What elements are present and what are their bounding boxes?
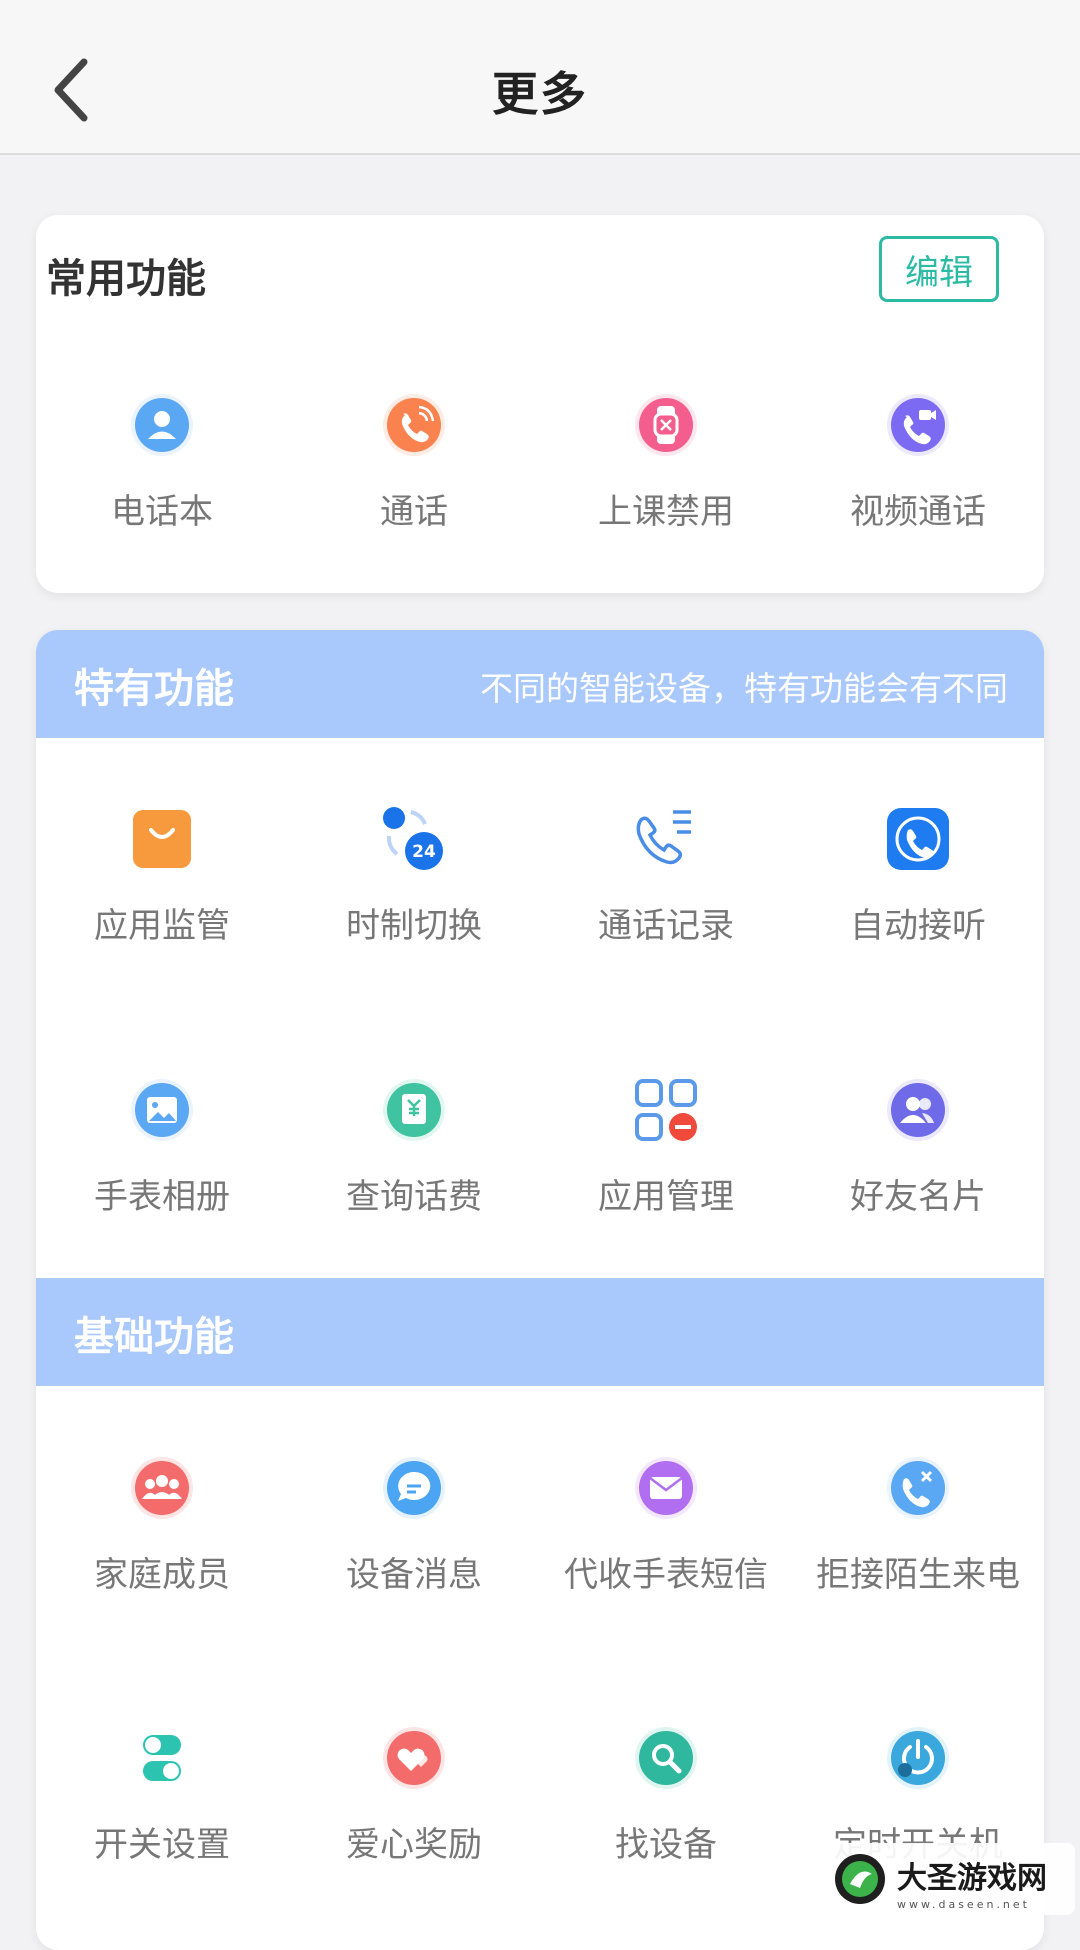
heart-reward-icon xyxy=(381,1725,447,1791)
special-functions-title: 特有功能 xyxy=(74,666,234,712)
friend-card-icon xyxy=(885,1077,951,1143)
item-label: 手表相册 xyxy=(94,1177,230,1217)
item-label: 找设备 xyxy=(615,1825,717,1865)
edit-button[interactable]: 编辑 xyxy=(879,236,999,302)
grid-item-video-call[interactable]: 视频通话 xyxy=(792,392,1044,592)
basic-functions-title: 基础功能 xyxy=(74,1314,234,1360)
family-members-icon xyxy=(129,1455,195,1521)
find-device-icon xyxy=(633,1725,699,1791)
auto-answer-icon xyxy=(885,806,951,872)
page-title: 更多 xyxy=(492,67,588,121)
watermark-text: 大圣游戏网 xyxy=(897,1861,1047,1896)
grid-item-call-log[interactable]: 通话记录 xyxy=(540,806,792,1006)
special-functions-subtitle: 不同的智能设备，特有功能会有不同 xyxy=(480,669,1008,708)
grid-item-phone-call[interactable]: 通话 xyxy=(288,392,540,592)
item-label: 代收手表短信 xyxy=(564,1555,768,1595)
item-label: 自动接听 xyxy=(850,906,986,946)
grid-item-heart-reward[interactable]: 爱心奖励 xyxy=(288,1725,540,1925)
special-functions-header: 特有功能 不同的智能设备，特有功能会有不同 xyxy=(36,630,1044,738)
video-call-icon xyxy=(885,392,951,458)
item-label: 家庭成员 xyxy=(94,1555,230,1595)
site-logo-icon xyxy=(835,1854,885,1904)
item-label: 视频通话 xyxy=(850,492,986,532)
call-log-icon xyxy=(633,806,699,872)
item-label: 电话本 xyxy=(111,492,213,532)
grid-item-photo-album[interactable]: 手表相册 xyxy=(36,1077,288,1277)
badge-24: 24 xyxy=(412,842,436,862)
basic-functions-header: 基础功能 xyxy=(36,1278,1044,1386)
timed-power-icon xyxy=(885,1725,951,1791)
grid-item-time-format[interactable]: 24 时制切换 xyxy=(288,806,540,1006)
grid-item-contact-book[interactable]: 电话本 xyxy=(36,392,288,592)
item-label: 设备消息 xyxy=(346,1555,482,1595)
item-label: 拒接陌生来电 xyxy=(816,1555,1020,1595)
site-watermark: 大圣游戏网 www.daseen.net xyxy=(825,1843,1075,1915)
grid-item-bill-query[interactable]: 查询话费 xyxy=(288,1077,540,1277)
item-label: 应用管理 xyxy=(598,1177,734,1217)
watch-disable-icon xyxy=(633,392,699,458)
app-manage-icon xyxy=(633,1077,699,1143)
time-format-icon: 24 xyxy=(381,806,447,872)
grid-item-class-disable[interactable]: 上课禁用 xyxy=(540,392,792,592)
grid-item-family-members[interactable]: 家庭成员 xyxy=(36,1455,288,1655)
shopping-bag-icon xyxy=(129,806,195,872)
sms-mail-icon xyxy=(633,1455,699,1521)
device-message-icon xyxy=(381,1455,447,1521)
item-label: 爱心奖励 xyxy=(346,1825,482,1865)
watermark-url: www.daseen.net xyxy=(897,1898,1030,1911)
grid-item-app-supervision[interactable]: 应用监管 xyxy=(36,806,288,1006)
item-label: 时制切换 xyxy=(346,906,482,946)
item-label: 上课禁用 xyxy=(598,492,734,532)
grid-item-find-device[interactable]: 找设备 xyxy=(540,1725,792,1925)
top-bar: 更多 xyxy=(0,0,1080,155)
grid-item-app-manage[interactable]: 应用管理 xyxy=(540,1077,792,1277)
item-label: 通话 xyxy=(380,492,448,532)
grid-item-device-message[interactable]: 设备消息 xyxy=(288,1455,540,1655)
bill-query-icon xyxy=(381,1077,447,1143)
common-functions-title: 常用功能 xyxy=(46,256,206,302)
grid-item-friend-card[interactable]: 好友名片 xyxy=(792,1077,1044,1277)
item-label: 查询话费 xyxy=(346,1177,482,1217)
item-label: 通话记录 xyxy=(598,906,734,946)
grid-item-sms-forward[interactable]: 代收手表短信 xyxy=(540,1455,792,1655)
item-label: 开关设置 xyxy=(94,1825,230,1865)
item-label: 好友名片 xyxy=(850,1177,986,1217)
grid-item-switch-settings[interactable]: 开关设置 xyxy=(36,1725,288,1925)
grid-item-reject-calls[interactable]: 拒接陌生来电 xyxy=(792,1455,1044,1655)
toggle-settings-icon xyxy=(129,1725,195,1791)
reject-call-icon xyxy=(885,1455,951,1521)
grid-item-auto-answer[interactable]: 自动接听 xyxy=(792,806,1044,1006)
phone-call-icon xyxy=(381,392,447,458)
item-label: 应用监管 xyxy=(94,906,230,946)
contact-book-icon xyxy=(129,392,195,458)
photo-album-icon xyxy=(129,1077,195,1143)
